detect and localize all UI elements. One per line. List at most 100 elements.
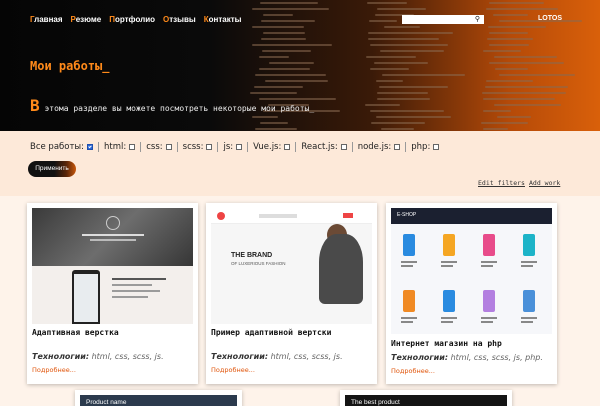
code-line [250,92,297,94]
code-line [487,38,534,40]
thumb-section [32,266,193,324]
filter-label: js: [223,142,234,152]
thumb-product-caption [481,321,493,323]
tech-label: Технологии: [391,353,449,362]
apply-button[interactable]: Применить [28,161,76,177]
card-thumbnail[interactable] [32,208,193,324]
filter-all[interactable]: Все работы: [30,142,94,152]
nav-item-resume[interactable]: Резюме [71,15,102,24]
divider [405,142,407,152]
portfolio-card[interactable]: E-SHOP Интернет магазин на php Технологи… [386,203,557,384]
thumb-logo-icon [217,212,225,220]
filter-label: css: [146,142,163,152]
thumb-product-image [523,290,535,312]
code-line [376,98,430,100]
filter-checkbox[interactable] [206,144,213,150]
filter-php[interactable]: php: [411,142,440,152]
filter-checkbox[interactable] [394,144,401,150]
thumb-model-image [319,234,363,304]
tech-list: html, css, scss, js. [91,352,164,361]
thumb-product-image [523,234,535,256]
filter-label: Vue.js: [253,142,282,152]
filter-checkbox[interactable] [129,144,136,150]
code-line [370,68,410,70]
filter-html[interactable]: html: [104,142,136,152]
card-title: Пример адаптивной вертски [211,328,332,337]
thumb-product-image [443,234,455,256]
filter-checkbox[interactable] [340,144,347,150]
code-line [365,104,400,106]
card-more-link[interactable]: Подробнее... [391,367,435,375]
code-line [255,74,327,76]
code-line [482,50,522,52]
code-line [376,8,427,10]
code-line [251,44,333,46]
filter-css[interactable]: css: [146,142,172,152]
thumb-text-line [112,296,148,298]
thumb-product-grid [391,224,552,334]
code-line [486,80,533,82]
card-title: Интернет магазин на php [391,339,502,348]
filter-label: node.js: [357,142,392,152]
card-thumbnail[interactable]: The best product [345,395,507,406]
filter-react[interactable]: React.js: [301,142,347,152]
nav-item-portfolio[interactable]: Портфолио [109,15,155,24]
code-line [384,26,421,28]
card-thumbnail[interactable]: E-SHOP [391,208,552,334]
portfolio-card[interactable]: Product name [75,390,242,406]
nav-item-home[interactable]: Главная [30,15,63,24]
nav-item-reviews[interactable]: Отзывы [163,15,196,24]
filter-checkbox[interactable] [284,144,291,150]
thumb-text-line [112,290,160,292]
code-line [263,32,306,34]
filter-label: scss: [182,142,204,152]
portfolio-card[interactable]: The best product [340,390,512,406]
search-icon[interactable]: ⚲ [473,15,482,24]
filter-checkbox[interactable] [236,144,243,150]
code-line [498,74,576,76]
card-technologies: Технологии: html, css, scss, js. [211,352,343,361]
code-line [368,38,440,40]
portfolio-card[interactable]: THE BRAND OF LUXERIOUS FASHION Пример ада… [206,203,377,384]
divider [176,142,178,152]
code-line [269,62,314,64]
card-thumbnail[interactable]: Product name [80,395,237,406]
filter-js[interactable]: js: [223,142,243,152]
code-line [252,26,305,28]
main-nav: Главная Резюме Портфолио Отзывы Контакты [30,15,241,24]
code-line [368,20,397,22]
code-line [485,86,568,88]
thumb-product-caption [441,265,453,267]
tech-list: html, css, scss, js. [270,352,343,361]
filter-label: html: [104,142,127,152]
code-line [259,56,290,58]
filter-node[interactable]: node.js: [358,142,401,152]
filter-checkbox[interactable] [433,144,440,150]
thumb-brand-text: THE BRAND OF LUXERIOUS FASHION [231,252,286,268]
thumb-brand-title: THE BRAND [231,252,273,259]
filter-vue[interactable]: Vue.js: [253,142,291,152]
code-line [488,62,565,64]
portfolio-card[interactable]: Адаптивная верстка Технологии: html, css… [27,203,198,384]
card-more-link[interactable]: Подробнее... [32,366,76,374]
code-line [365,56,416,58]
filter-scss[interactable]: scss: [183,142,213,152]
thumb-shop-label: E-SHOP [397,212,417,218]
brand-logo[interactable]: LOTOS [538,15,562,22]
code-line [482,98,556,100]
add-work-link[interactable]: Add work [529,179,560,187]
code-line [376,92,429,94]
edit-filters-link[interactable]: Edit filters [478,179,525,187]
code-line [483,110,511,112]
filter-checkbox[interactable] [165,144,172,150]
card-thumbnail[interactable]: THE BRAND OF LUXERIOUS FASHION [211,208,372,324]
thumb-product-caption [441,321,453,323]
filter-checkbox[interactable] [87,144,94,150]
thumb-product-caption [521,317,537,319]
search-input[interactable] [402,15,484,24]
divider [295,142,297,152]
card-more-link[interactable]: Подробнее... [211,366,255,374]
thumb-brand-sub: OF LUXERIOUS FASHION [231,261,286,266]
nav-item-contacts[interactable]: Контакты [204,15,242,24]
page-title: Мои работы_ [30,59,110,73]
